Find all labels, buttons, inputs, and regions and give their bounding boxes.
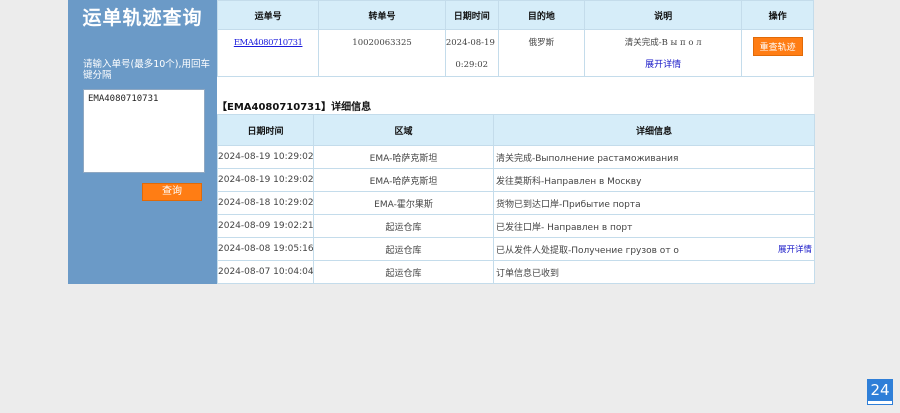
row-info-text: 订单信息已收到 [496,268,560,279]
col-action: 操作 [741,0,814,30]
summary-table: 运单号 转单号 日期时间 目的地 说明 操作 EMA4080710731 100… [216,0,814,77]
query-button[interactable]: 查询 [142,183,202,201]
col-waybill: 运单号 [216,0,320,30]
datetime-line2: 0:29:02 [455,60,489,70]
row-info-text: 清关完成-Выполнение растаможивания [496,153,679,164]
destination: 俄罗斯 [528,38,555,48]
row-info: 订单信息已收到 [493,260,815,284]
detail-col-datetime: 日期时间 [217,114,314,146]
table-row: 2024-08-08 19:05:16 起运仓库 已从发件人处提取-Получе… [217,237,815,261]
sidebar: 运单轨迹查询 请输入单号(最多10个),用回车键分隔 EMA4080710731… [68,0,217,284]
detail-col-info: 详细信息 [493,114,815,146]
destination-cell: 俄罗斯 [497,29,586,77]
col-description: 说明 [584,0,743,30]
row-datetime: 2024-08-18 10:29:02 [217,191,314,215]
row-datetime: 2024-08-08 19:05:16 [217,237,314,261]
description-text: 清关完成-В ы п о л [624,38,702,48]
detail-header-row: 日期时间 区域 详细信息 [217,114,815,146]
corner-badge[interactable]: 24 [867,379,893,405]
row-info-text: 已发往口岸- Направлен в порт [496,222,633,233]
row-expand-link[interactable]: 展开详情 [778,243,812,255]
col-transfer-no: 转单号 [318,0,446,30]
col-datetime: 日期时间 [444,0,499,30]
table-row: 2024-08-19 10:29:02 EMA-哈萨克斯坦 清关完成-Выпол… [217,145,815,169]
row-datetime: 2024-08-07 10:04:04 [217,260,314,284]
datetime-line1: 2024-08-19 1 [445,38,498,48]
sidebar-title: 运单轨迹查询 [82,7,203,29]
row-info-text: 发往莫斯科-Направлен в Москву [496,176,642,187]
main-content: 运单号 转单号 日期时间 目的地 说明 操作 EMA4080710731 100… [216,0,815,284]
col-destination: 目的地 [497,0,586,30]
table-row: 2024-08-19 10:29:02 EMA-哈萨克斯坦 发往莫斯科-Напр… [217,168,815,192]
datetime-cell: 2024-08-19 1 0:29:02 [444,29,499,77]
input-hint: 请输入单号(最多10个),用回车键分隔 [83,59,211,81]
detail-heading: 【EMA4080710731】详细信息 [217,102,372,113]
detail-table: 日期时间 区域 详细信息 2024-08-19 10:29:02 EMA-哈萨克… [217,114,815,284]
action-cell: 重查轨迹 [741,29,814,77]
row-info: 货物已到达口岸-Прибытие порта [493,191,815,215]
row-region: EMA-哈萨克斯坦 [313,168,494,192]
waybill-link[interactable]: EMA4080710731 [234,38,303,48]
row-datetime: 2024-08-09 19:02:21 [217,214,314,238]
row-info-text: 货物已到达口岸-Прибытие порта [496,199,641,210]
table-row: 2024-08-18 10:29:02 EMA-霍尔果斯 货物已到达口岸-При… [217,191,815,215]
retrack-button[interactable]: 重查轨迹 [752,37,803,56]
description-cell: 清关完成-В ы п о л 展开详情 [584,29,743,77]
row-info-text: 已从发件人处提取-Получение грузов от о [496,245,679,256]
expand-details-link[interactable]: 展开详情 [645,60,681,70]
row-region: EMA-霍尔果斯 [313,191,494,215]
row-datetime: 2024-08-19 10:29:02 [217,145,314,169]
transfer-no-cell: 10020063325 [318,29,446,77]
row-info: 发往莫斯科-Направлен в Москву [493,168,815,192]
tracking-number-input[interactable]: EMA4080710731 [83,89,205,173]
row-info: 清关完成-Выполнение растаможивания [493,145,815,169]
summary-row: EMA4080710731 10020063325 2024-08-19 1 0… [216,29,814,77]
summary-header-row: 运单号 转单号 日期时间 目的地 说明 操作 [216,0,814,30]
transfer-no: 10020063325 [352,38,412,48]
row-region: EMA-哈萨克斯坦 [313,145,494,169]
row-info: 已从发件人处提取-Получение грузов от о 展开详情 [493,237,815,261]
row-datetime: 2024-08-19 10:29:02 [217,168,314,192]
waybill-cell: EMA4080710731 [216,29,320,77]
row-region: 起运仓库 [313,237,494,261]
row-region: 起运仓库 [313,214,494,238]
detail-col-region: 区域 [313,114,494,146]
table-row: 2024-08-09 19:02:21 起运仓库 已发往口岸- Направле… [217,214,815,238]
row-info: 已发往口岸- Направлен в порт [493,214,815,238]
tracking-panel: 运单轨迹查询 请输入单号(最多10个),用回车键分隔 EMA4080710731… [68,0,815,284]
table-row: 2024-08-07 10:04:04 起运仓库 订单信息已收到 [217,260,815,284]
row-region: 起运仓库 [313,260,494,284]
